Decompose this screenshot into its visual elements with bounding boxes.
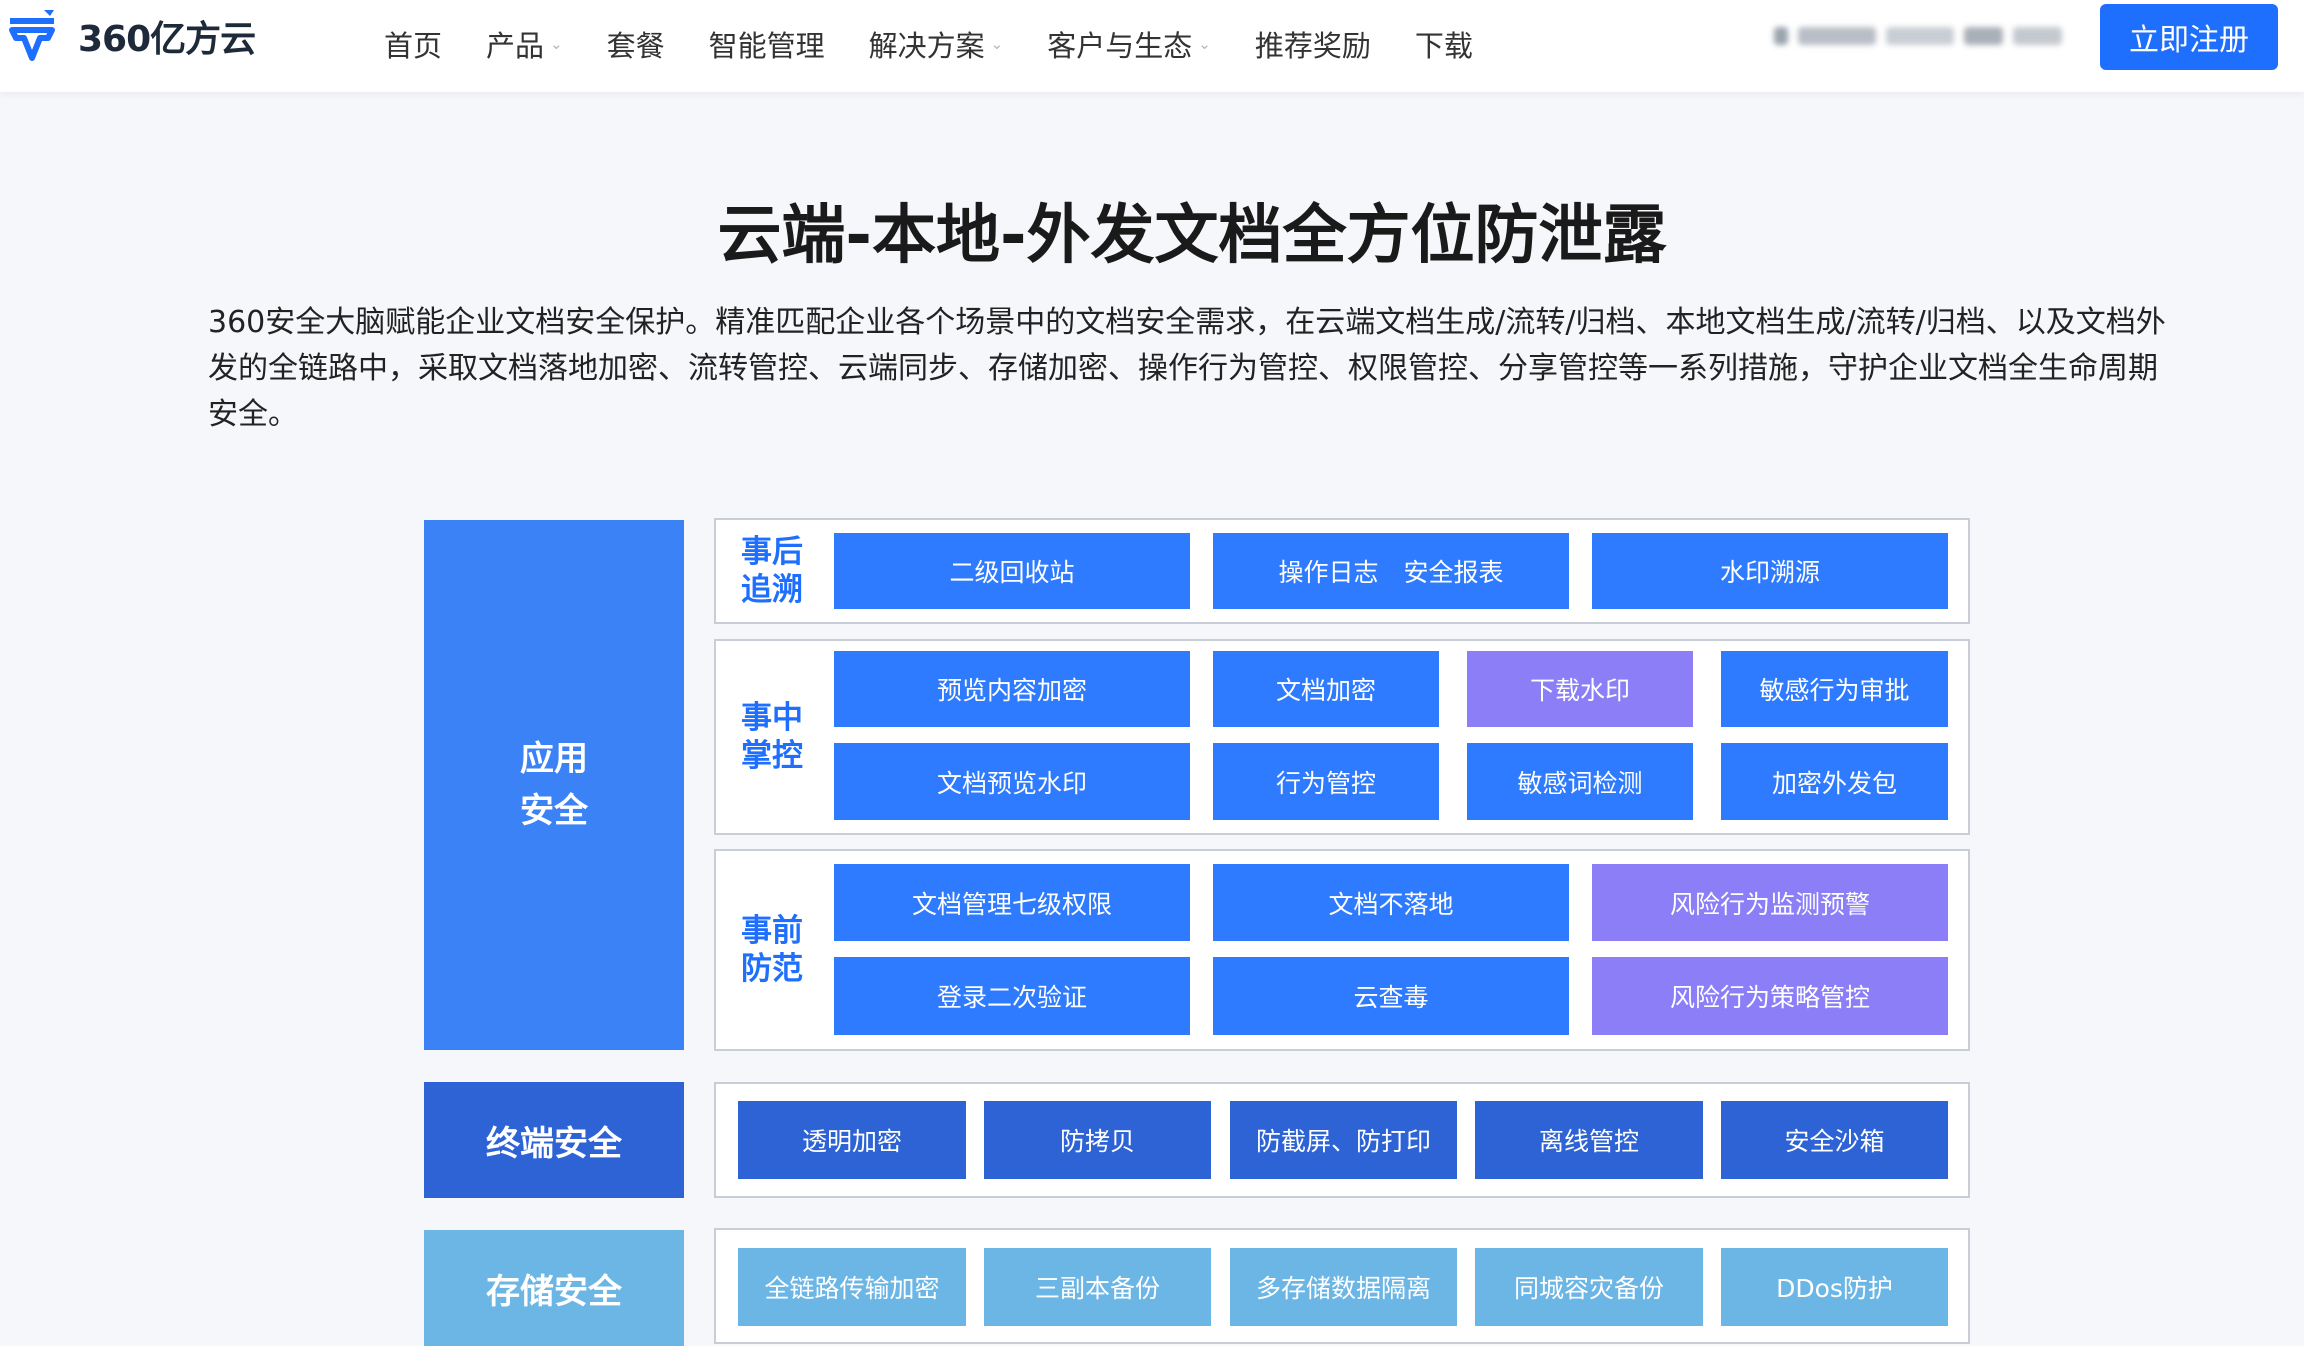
feature-tile[interactable]: 风险行为监测预警 xyxy=(1592,864,1948,941)
blurred-block xyxy=(1885,27,1955,45)
feature-tile[interactable]: 文档预览水印 xyxy=(834,743,1190,820)
feature-tile[interactable]: 敏感词检测 xyxy=(1467,743,1693,820)
nav-item-plans[interactable]: 套餐 xyxy=(607,23,665,65)
nav-item-home[interactable]: 首页 xyxy=(384,23,442,65)
chevron-down-icon: ⌄ xyxy=(1198,35,1211,53)
nav-label: 客户与生态 xyxy=(1047,29,1193,63)
feature-tile[interactable]: 多存储数据隔离 xyxy=(1230,1248,1457,1326)
feature-tile[interactable]: DDos防护 xyxy=(1721,1248,1948,1326)
post-event-label: 事后 追溯 xyxy=(724,528,820,614)
label-line: 追溯 xyxy=(741,572,803,608)
feature-tile[interactable]: 水印溯源 xyxy=(1592,533,1948,609)
nav-item-products[interactable]: 产品 ⌄ xyxy=(486,23,563,65)
nav-item-solutions[interactable]: 解决方案 ⌄ xyxy=(869,23,1004,65)
storage-security-label: 存储安全 xyxy=(424,1230,684,1346)
feature-tile[interactable]: 全链路传输加密 xyxy=(738,1248,966,1326)
nav-label: 解决方案 xyxy=(868,29,985,63)
brand-logo[interactable]: 360亿方云 xyxy=(4,8,256,64)
label-line: 防范 xyxy=(741,951,803,987)
label-line: 掌控 xyxy=(741,738,803,774)
terminal-security-label: 终端安全 xyxy=(424,1082,684,1198)
nav-item-customers[interactable]: 客户与生态 ⌄ xyxy=(1047,23,1211,65)
feature-tile[interactable]: 文档加密 xyxy=(1213,651,1439,727)
nav-label: 首页 xyxy=(384,29,443,63)
feature-tile[interactable]: 离线管控 xyxy=(1475,1101,1703,1179)
feature-tile[interactable]: 加密外发包 xyxy=(1721,743,1948,820)
nav-item-download[interactable]: 下载 xyxy=(1415,23,1473,65)
register-button[interactable]: 立即注册 xyxy=(2100,4,2278,70)
page-title: 云端-本地-外发文档全方位防泄露 xyxy=(717,199,1667,273)
blurred-block xyxy=(2013,27,2062,45)
page-description: 360安全大脑赋能企业文档安全保护。精准匹配企业各个场景中的文档安全需求，在云端… xyxy=(208,305,2166,432)
nav-item-referral[interactable]: 推荐奖励 xyxy=(1255,23,1371,65)
top-header: 360亿方云 首页 产品 ⌄ 套餐 智能管理 解决方案 ⌄ 客户与生态 ⌄ 推荐奖励 … xyxy=(0,0,2304,92)
nav-label: 智能管理 xyxy=(708,29,825,63)
label-line: 事后 xyxy=(741,534,803,570)
blurred-block xyxy=(1797,27,1876,45)
nav-label: 下载 xyxy=(1414,29,1473,63)
brand-name: 360亿方云 xyxy=(78,19,256,60)
phone-icon xyxy=(1774,27,1788,45)
during-event-label: 事中 掌控 xyxy=(724,649,820,825)
chevron-down-icon: ⌄ xyxy=(550,35,563,53)
feature-tile[interactable]: 风险行为策略管控 xyxy=(1592,957,1948,1035)
label-line: 应用 xyxy=(520,739,588,779)
nav-label: 套餐 xyxy=(606,29,665,63)
blurred-block xyxy=(1964,27,2004,45)
feature-tile[interactable]: 防拷贝 xyxy=(984,1101,1211,1179)
feature-tile[interactable]: 防截屏、防打印 xyxy=(1230,1101,1457,1179)
label-line: 事中 xyxy=(741,700,803,736)
feature-tile[interactable]: 云查毒 xyxy=(1213,957,1569,1035)
feature-tile[interactable]: 下载水印 xyxy=(1467,651,1693,727)
feature-tile[interactable]: 透明加密 xyxy=(738,1101,966,1179)
feature-tile[interactable]: 二级回收站 xyxy=(834,533,1190,609)
feature-tile[interactable]: 文档管理七级权限 xyxy=(834,864,1190,941)
nav-label: 产品 xyxy=(486,29,545,63)
label-line: 事前 xyxy=(741,913,803,949)
nav-label: 推荐奖励 xyxy=(1254,29,1371,63)
feature-tile[interactable]: 预览内容加密 xyxy=(834,651,1190,727)
app-security-label: 应用 安全 xyxy=(424,520,684,1050)
blurred-phone-number xyxy=(1774,16,2062,56)
feature-tile[interactable]: 登录二次验证 xyxy=(834,957,1190,1035)
feature-tile[interactable]: 三副本备份 xyxy=(984,1248,1211,1326)
chevron-down-icon: ⌄ xyxy=(990,35,1004,53)
pre-event-label: 事前 防范 xyxy=(724,859,820,1041)
feature-tile[interactable]: 文档不落地 xyxy=(1213,864,1569,941)
feature-tile[interactable]: 敏感行为审批 xyxy=(1721,651,1948,727)
main-nav: 首页 产品 ⌄ 套餐 智能管理 解决方案 ⌄ 客户与生态 ⌄ 推荐奖励 下载 xyxy=(384,0,1517,88)
feature-tile[interactable]: 同城容灾备份 xyxy=(1475,1248,1703,1326)
feature-tile[interactable]: 行为管控 xyxy=(1213,743,1439,820)
feature-tile[interactable]: 安全沙箱 xyxy=(1721,1101,1948,1179)
nav-item-smart-management[interactable]: 智能管理 xyxy=(709,23,825,65)
label-line: 安全 xyxy=(520,791,588,831)
cloud-shield-logo-icon xyxy=(9,10,55,61)
feature-tile[interactable]: 操作日志 安全报表 xyxy=(1213,533,1569,609)
